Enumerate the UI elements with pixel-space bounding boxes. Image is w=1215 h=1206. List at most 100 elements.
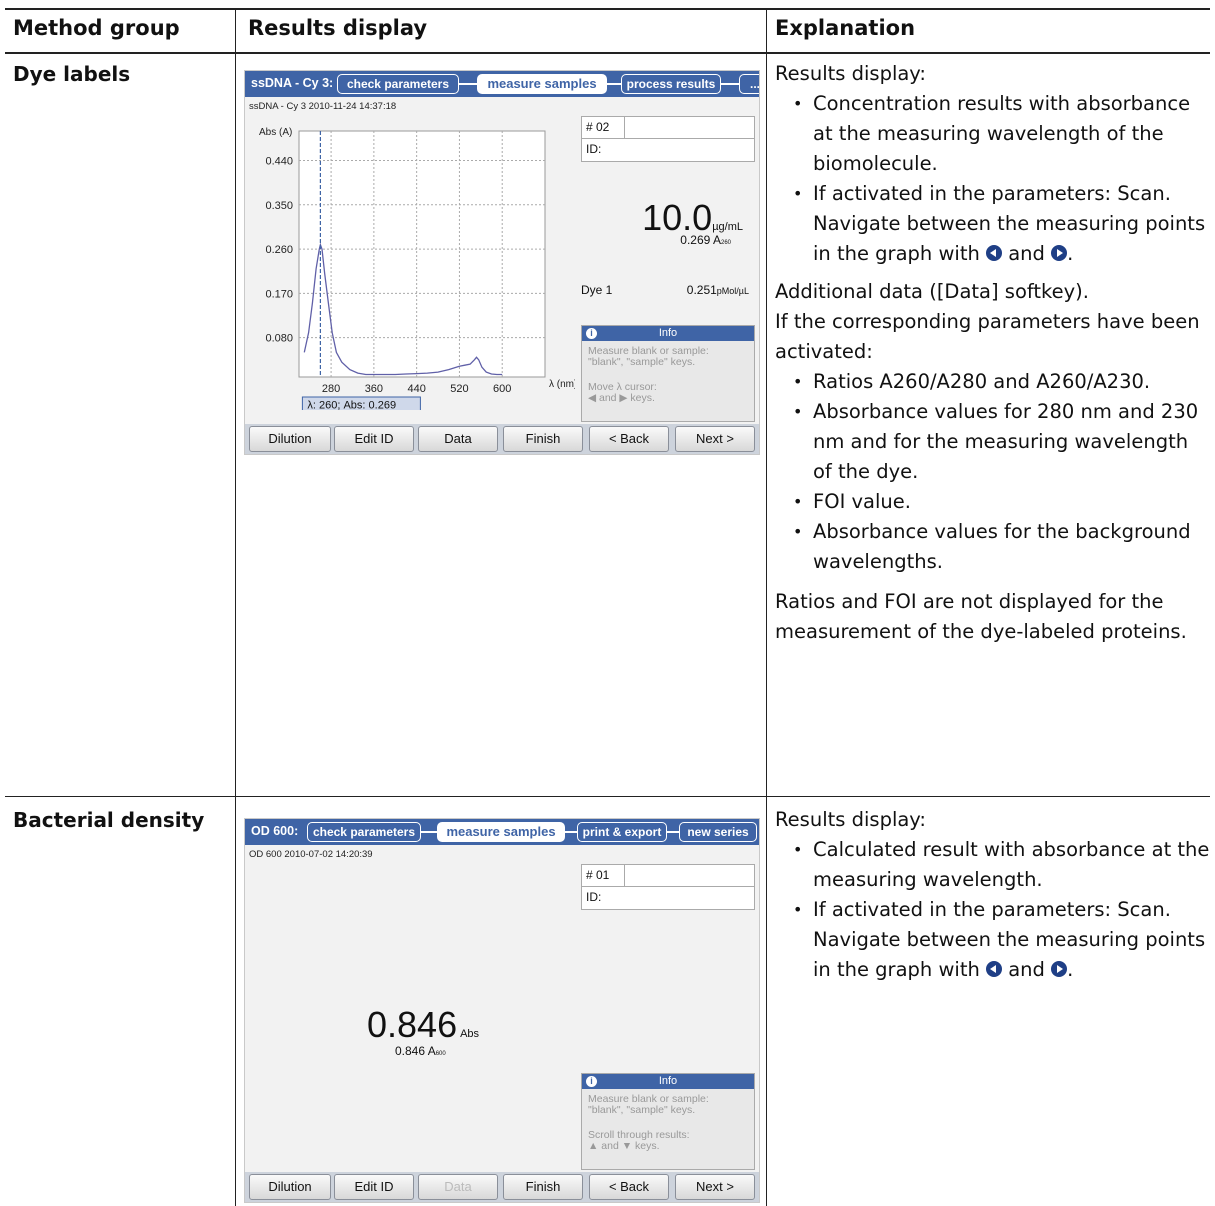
plot-area: [298, 130, 546, 378]
sample-number: # 01: [586, 868, 610, 882]
tab-process-results[interactable]: process results: [621, 74, 721, 94]
sample-number-box: # 02: [581, 116, 755, 140]
measurement-timestamp: ssDNA - Cy 3 2010-11-24 14:37:18: [249, 101, 397, 112]
sample-id-label: ID:: [586, 142, 602, 156]
tab-check-parameters[interactable]: check parameters: [337, 74, 459, 94]
explanation-bullet: Ratios A260/A280 and A260/A230.: [775, 367, 1210, 397]
header-top-border: [5, 8, 1210, 10]
explanation-bullet: FOI value.: [775, 487, 1210, 517]
tab-measure-samples[interactable]: measure samples: [437, 822, 565, 842]
absorbance-main-unit: Abs: [460, 1028, 480, 1040]
sample-number: # 02: [586, 120, 610, 134]
sample-number-box: # 01: [581, 864, 755, 888]
absorbance-wavelength: 260: [720, 240, 731, 246]
main-result: 0.846 Abs: [367, 1004, 479, 1046]
sample-id-box[interactable]: ID:: [581, 886, 755, 910]
explanation-intro: Results display:: [775, 62, 927, 85]
softkey-bar: Dilution Edit ID Data Finish < Back Next…: [245, 424, 759, 454]
y-tick-label: 0.260: [265, 244, 293, 256]
method-title: ssDNA - Cy 3:: [251, 76, 334, 90]
y-tick-label: 0.440: [265, 156, 293, 168]
finish-softkey[interactable]: Finish: [503, 1174, 583, 1200]
header-explanation: Explanation: [775, 16, 916, 40]
tab-more[interactable]: ...: [739, 74, 759, 94]
finish-softkey[interactable]: Finish: [503, 426, 583, 452]
header-method-group: Method group: [13, 16, 180, 40]
next-softkey[interactable]: Next >: [675, 426, 755, 452]
data-softkey[interactable]: Data: [418, 426, 498, 452]
navigate-instruction: Navigate between the measuring points in…: [813, 928, 1206, 981]
tab-measure-samples[interactable]: measure samples: [477, 74, 607, 94]
device-screen-dye-labels: ssDNA - Cy 3: check parameters measure s…: [244, 70, 760, 455]
column-divider-2: [766, 8, 767, 1206]
back-softkey[interactable]: < Back: [589, 426, 669, 452]
workflow-bar: OD 600: check parameters measure samples…: [245, 819, 759, 845]
arrow-right-circle-icon: [1051, 245, 1068, 261]
method-group-dye-labels: Dye labels: [13, 62, 131, 86]
absorbance-main-value: 0.846: [367, 1004, 458, 1045]
explanation-bullet: If activated in the parameters: Scan.: [775, 179, 1210, 209]
explanation-bullet: If activated in the parameters: Scan.: [775, 895, 1210, 925]
header-results-display: Results display: [248, 16, 428, 40]
info-icon: i: [586, 328, 597, 339]
arrow-right-circle-icon: [1051, 961, 1068, 977]
y-axis-label: Abs (A): [259, 127, 292, 138]
info-line: ◀ and ▶ keys.: [588, 392, 655, 404]
additional-data-condition: If the corresponding parameters have bee…: [775, 310, 1200, 363]
header-bottom-border: [5, 52, 1210, 54]
tab-new-series[interactable]: new series: [679, 822, 757, 842]
edit-id-softkey[interactable]: Edit ID: [334, 426, 414, 452]
absorbance-result: 0.269 A260: [680, 233, 731, 247]
concentration-unit: µg/mL: [712, 221, 743, 233]
method-title: OD 600:: [251, 824, 299, 838]
edit-id-softkey[interactable]: Edit ID: [334, 1174, 414, 1200]
tab-print-export[interactable]: print & export: [577, 822, 667, 842]
tab-check-parameters[interactable]: check parameters: [307, 822, 421, 842]
y-tick-label: 0.170: [265, 288, 293, 300]
absorbance-unit: A: [712, 233, 721, 247]
device-screen-bacterial-density: OD 600: check parameters measure samples…: [244, 818, 760, 1203]
explanation-bacterial-density: Results display: Calculated result with …: [775, 805, 1210, 985]
absorbance-scan-chart: 0.440 0.350 0.260 0.170 0.080 280 360 440 520 600…: [259, 127, 575, 410]
explanation-bullet: Concentration results with absorbance at…: [775, 89, 1210, 179]
info-icon: i: [586, 1076, 597, 1087]
x-tick-label: 440: [407, 383, 425, 395]
info-line: "blank", "sample" keys.: [588, 356, 696, 368]
dilution-softkey[interactable]: Dilution: [249, 1174, 331, 1200]
x-tick-label: 280: [322, 383, 340, 395]
arrow-left-circle-icon: [986, 961, 1003, 977]
x-tick-label: 520: [450, 383, 468, 395]
column-divider-1: [235, 8, 236, 1206]
dye-result: 0.251pMol/µL: [687, 283, 749, 297]
absorbance-unit: A: [427, 1044, 436, 1058]
back-softkey[interactable]: < Back: [589, 1174, 669, 1200]
x-tick-label: 600: [493, 383, 511, 395]
next-softkey[interactable]: Next >: [675, 1174, 755, 1200]
explanation-note: Ratios and FOI are not displayed for the…: [775, 590, 1187, 643]
row-divider: [5, 796, 1210, 797]
absorbance-value: 0.269: [680, 233, 711, 247]
concentration-value: 10.0: [642, 197, 713, 238]
sample-id-box[interactable]: ID:: [581, 138, 755, 162]
arrow-left-circle-icon: [986, 245, 1003, 261]
info-header: i Info: [582, 326, 754, 341]
explanation-dye-labels: Results display: Concentration results w…: [775, 59, 1210, 647]
sample-id-label: ID:: [586, 890, 602, 904]
x-axis-label: λ (nm): [549, 379, 575, 390]
dilution-softkey[interactable]: Dilution: [249, 426, 331, 452]
info-line: "blank", "sample" keys.: [588, 1104, 696, 1116]
x-tick-label: 360: [365, 383, 383, 395]
explanation-intro: Results display:: [775, 808, 927, 831]
explanation-bullet: Calculated result with absorbance at the…: [775, 835, 1210, 895]
info-header: i Info: [582, 1074, 754, 1089]
additional-data-text: Additional data ([Data] softkey).: [775, 280, 1089, 303]
navigate-instruction: Navigate between the measuring points in…: [813, 212, 1206, 265]
absorbance-value: 0.846: [395, 1044, 426, 1058]
absorbance-result: 0.846 A600: [395, 1044, 446, 1058]
y-tick-label: 0.350: [265, 200, 293, 212]
dye-unit: pMol/µL: [716, 286, 749, 296]
data-softkey[interactable]: Data: [418, 1174, 498, 1200]
info-line: ▲ and ▼ keys.: [588, 1140, 660, 1152]
softkey-bar: Dilution Edit ID Data Finish < Back Next…: [245, 1172, 759, 1202]
workflow-bar: ssDNA - Cy 3: check parameters measure s…: [245, 71, 759, 97]
